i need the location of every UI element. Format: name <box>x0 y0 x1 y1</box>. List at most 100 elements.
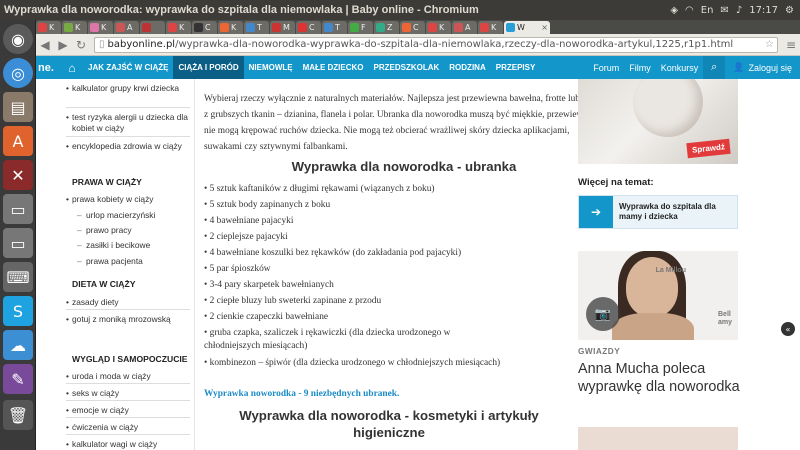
sidebar-link[interactable]: gotuj z moniką mrozowską <box>66 314 194 325</box>
browser-tab[interactable]: A <box>452 21 477 34</box>
sidebar-sublink[interactable]: prawa pacjenta <box>77 256 143 266</box>
collapse-arrow-icon[interactable]: « <box>781 322 795 336</box>
reload-icon[interactable]: ↻ <box>72 38 90 52</box>
system-settings-icon[interactable]: ✕ <box>3 160 33 190</box>
drive-icon-2[interactable]: ▭ <box>3 228 33 258</box>
nav-filmy[interactable]: Filmy <box>624 63 656 73</box>
wifi-icon[interactable]: ◠ <box>685 5 694 16</box>
browser-tab[interactable]: C <box>296 21 321 34</box>
skype-icon[interactable]: S <box>3 296 33 326</box>
browser-tab[interactable]: T <box>244 21 269 34</box>
browser-tab[interactable]: A <box>114 21 139 34</box>
nav-item-przepisy[interactable]: PRZEPISY <box>491 56 541 79</box>
login-button[interactable]: 👤 Zaloguj się <box>725 62 800 73</box>
browser-tab[interactable]: K <box>478 21 503 34</box>
section-heading: Wyprawka dla noworodka - ubranka <box>291 159 517 174</box>
sidebar-link[interactable]: uroda i moda w ciąży <box>66 371 194 382</box>
nav-right: Forum Filmy Konkursy ⌕ 👤 Zaloguj się <box>588 56 800 79</box>
tab-favicon <box>272 23 281 32</box>
browser-tab[interactable]: K <box>426 21 451 34</box>
nav-item-niemowle[interactable]: NIEMOWLĘ <box>244 56 298 79</box>
search-icon[interactable]: ⌕ <box>703 56 726 79</box>
pregnant-belly-image[interactable]: Sprawdź <box>578 79 738 164</box>
software-center-icon[interactable]: A <box>3 126 33 156</box>
home-icon[interactable]: ⌂ <box>61 61 83 75</box>
browser-tab[interactable]: Z <box>374 21 399 34</box>
article-body: Wybieraj rzeczy wyłącznie z naturalnych … <box>204 79 604 450</box>
divider <box>66 136 190 137</box>
keyboard-layout[interactable]: En <box>701 5 714 16</box>
usb-drive-icon[interactable]: ⌨ <box>3 262 33 292</box>
browser-tab[interactable]: C <box>400 21 425 34</box>
nav-forum[interactable]: Forum <box>588 63 624 73</box>
teaser-headline[interactable]: Anna Mucha poleca wyprawkę dla noworodka <box>578 360 758 396</box>
article-link[interactable]: Wyprawka noworodka - 9 niezbędnych ubran… <box>204 389 399 399</box>
nav-konkursy[interactable]: Konkursy <box>656 63 704 73</box>
nav-item-jak-zajsc[interactable]: JAK ZAJŚĆ W CIĄŻĘ <box>83 56 173 79</box>
browser-tab[interactable]: K <box>218 21 243 34</box>
sidebar-link[interactable]: prawa kobiety w ciąży <box>66 194 194 205</box>
browser-tab[interactable]: T <box>322 21 347 34</box>
nav-item-ciaza-i-porod[interactable]: CIĄŻA I PORÓD <box>173 56 244 79</box>
browser-toolbar: ◀ ▶ ↻ ▯ babyonline.pl/wyprawka-dla-nowor… <box>36 34 800 56</box>
ubuntu-dash-icon[interactable]: ◉ <box>3 24 33 54</box>
back-button[interactable]: ◀ <box>36 38 54 52</box>
related-link[interactable]: ➔ Wyprawka do szpitala dla mamy i dzieck… <box>578 195 738 229</box>
sidebar-link[interactable]: ćwiczenia w ciąży <box>66 422 194 433</box>
mail-icon[interactable]: ✉ <box>720 5 728 16</box>
sidebar-link[interactable]: zasady diety <box>66 297 194 308</box>
site-logo[interactable]: ne. <box>36 62 61 74</box>
volume-icon[interactable]: ♪ <box>736 5 742 16</box>
related-heading: Więcej na temat: <box>578 177 654 188</box>
sidebar-link[interactable]: emocje w ciąży <box>66 405 194 416</box>
browser-tab[interactable]: K <box>62 21 87 34</box>
sidebar-link[interactable]: kalkulator grupy krwi dziecka <box>66 83 194 94</box>
sidebar-sublink[interactable]: zasiłki i becikowe <box>77 240 150 250</box>
browser-tab[interactable]: K <box>36 21 61 34</box>
browser-tab[interactable]: M <box>270 21 295 34</box>
menu-icon[interactable]: ≡ <box>782 38 800 52</box>
drive-icon[interactable]: ▭ <box>3 194 33 224</box>
nav-item-rodzina[interactable]: RODZINA <box>444 56 490 79</box>
image-viewer-icon[interactable]: ✎ <box>3 364 33 394</box>
dropbox-icon[interactable]: ◈ <box>670 5 678 16</box>
address-bar[interactable]: ▯ babyonline.pl/wyprawka-dla-noworodka-w… <box>94 36 778 53</box>
list-item: • gruba czapka, szaliczek i rękawiczki (… <box>204 328 451 351</box>
brain-app-icon[interactable]: ☁ <box>3 330 33 360</box>
related-link-text: Wyprawka do szpitala dla mamy i dziecka <box>619 202 716 221</box>
browser-tab[interactable] <box>140 21 165 34</box>
close-icon[interactable]: × <box>541 23 550 32</box>
launcher: ◉ ◎ ▤ A ✕ ▭ ▭ ⌨ S ☁ ✎ 🗑 <box>0 20 36 450</box>
check-badge[interactable]: Sprawdź <box>686 138 731 159</box>
sidebar-link[interactable]: test ryzyka alergii u dziecka dla kobiet… <box>66 112 194 134</box>
teaser-image[interactable] <box>578 427 738 450</box>
category-label[interactable]: GWIAZDY <box>578 347 620 356</box>
browser-tab-active[interactable]: W × <box>504 21 550 34</box>
sidebar-sublink[interactable]: urlop macierzyński <box>77 210 155 220</box>
sidebar-sublink[interactable]: prawo pracy <box>77 225 132 235</box>
files-icon[interactable]: ▤ <box>3 92 33 122</box>
celebrity-photo[interactable]: 📷 La Millou Bell amy <box>578 251 738 340</box>
browser-tab[interactable]: F <box>348 21 373 34</box>
sidebar-link[interactable]: encyklopedia zdrowia w ciąży <box>66 141 194 152</box>
clock[interactable]: 17:17 <box>749 5 778 16</box>
gear-icon[interactable]: ⚙ <box>785 5 794 16</box>
tab-favicon <box>402 23 411 32</box>
forward-button[interactable]: ▶ <box>54 38 72 52</box>
list-item: • 2 ciepłe bluzy lub sweterki zapinane z… <box>204 296 382 306</box>
nav-item-przedszkolak[interactable]: PRZEDSZKOLAK <box>369 56 445 79</box>
section-heading: Wyprawka dla noworodka - kosmetyki i art… <box>239 408 539 440</box>
divider <box>66 400 190 401</box>
browser-tab[interactable]: C <box>192 21 217 34</box>
browser-tab[interactable]: K <box>88 21 113 34</box>
bookmark-star-icon[interactable]: ☆ <box>765 39 777 50</box>
os-top-bar: Wyprawka dla noworodka: wyprawka do szpi… <box>0 0 800 20</box>
sponsor-logo: Bell amy <box>718 311 733 326</box>
browser-tab[interactable]: K <box>166 21 191 34</box>
site-navigation: ne. ⌂ JAK ZAJŚĆ W CIĄŻĘ CIĄŻA I PORÓD NI… <box>36 56 800 79</box>
sidebar-link[interactable]: kalkulator wagi w ciąży <box>66 439 194 450</box>
sidebar-link[interactable]: seks w ciąży <box>66 388 194 399</box>
chromium-icon[interactable]: ◎ <box>3 58 33 88</box>
nav-item-male-dziecko[interactable]: MAŁE DZIECKO <box>298 56 369 79</box>
trash-icon[interactable]: 🗑 <box>3 400 33 430</box>
